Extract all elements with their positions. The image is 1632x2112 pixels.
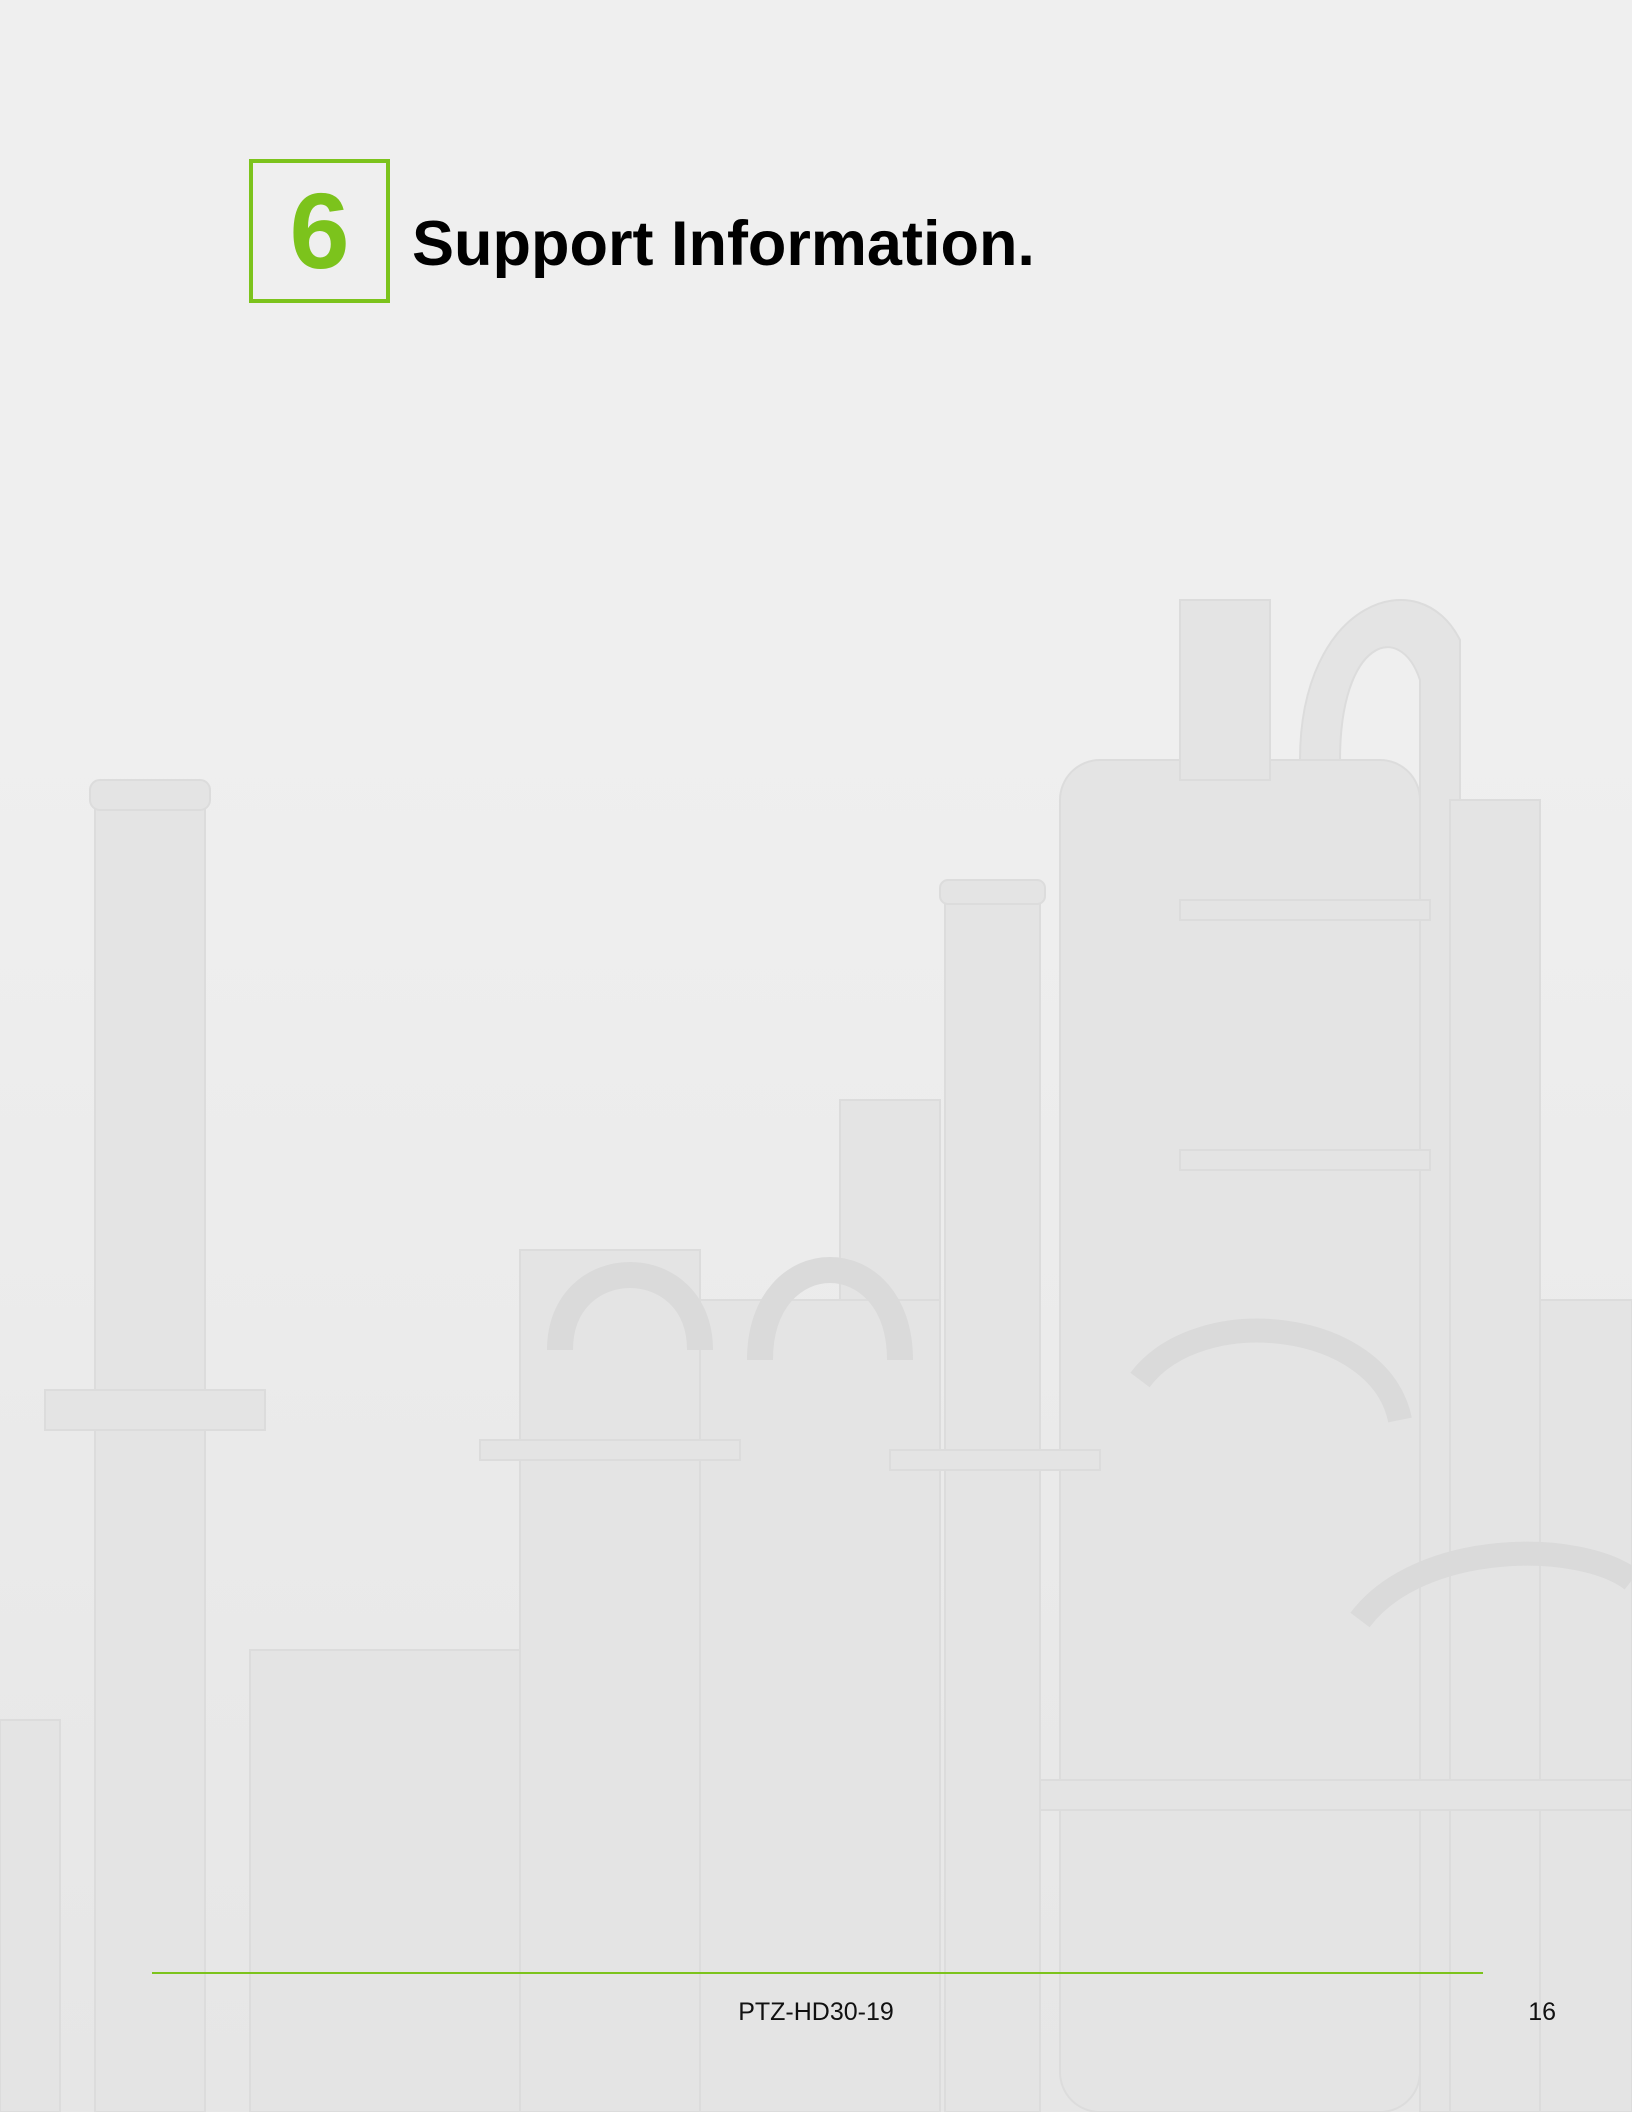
footer-divider [152, 1972, 1483, 1974]
document-page: 6 Support Information. PTZ-HD30-19 16 [0, 0, 1632, 2112]
footer-document-code: PTZ-HD30-19 [738, 1998, 894, 2026]
refinery-background-image [0, 0, 1632, 2112]
chapter-number-box: 6 [249, 159, 390, 303]
chapter-number: 6 [289, 170, 350, 291]
footer-page-number: 16 [1528, 1998, 1556, 2026]
chapter-title: Support Information. [412, 209, 1035, 279]
